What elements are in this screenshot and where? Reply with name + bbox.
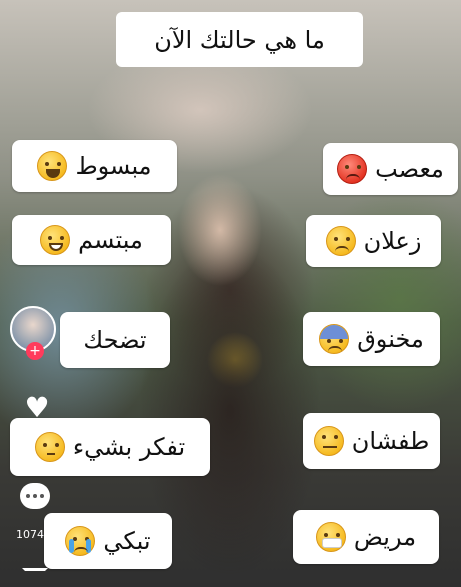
option-sick[interactable]: مريض	[293, 510, 439, 564]
comment-count: 1074	[16, 528, 44, 541]
option-smiling[interactable]: مبتسم	[12, 215, 171, 265]
option-label: طفشان	[351, 427, 430, 455]
angry-face-icon	[337, 154, 368, 184]
option-upset[interactable]: زعلان	[306, 215, 441, 267]
upset-face-icon	[325, 226, 356, 256]
laughing-face-icon	[37, 151, 68, 181]
crying-face-icon	[65, 526, 96, 556]
option-label: مبسوط	[75, 152, 152, 180]
option-label: تضحك	[83, 326, 147, 354]
heart-icon[interactable]: ♥	[22, 394, 52, 422]
option-label: مريض	[353, 523, 417, 551]
option-suffocated[interactable]: مخنوق	[303, 312, 440, 366]
comment-icon[interactable]	[20, 483, 50, 509]
option-label: تفكر بشيء	[72, 433, 186, 461]
option-label: معصب	[375, 155, 444, 183]
option-thinking[interactable]: تفكر بشيء	[10, 418, 210, 476]
option-happy[interactable]: مبسوط	[12, 140, 177, 192]
option-label: تبكي	[103, 527, 151, 555]
grinning-face-icon	[40, 225, 71, 255]
medical-mask-face-icon	[315, 522, 346, 552]
option-bored[interactable]: طفشان	[303, 413, 440, 469]
eye-roll-face-icon	[313, 426, 344, 456]
option-crying[interactable]: تبكي	[44, 513, 172, 569]
option-label: مبتسم	[78, 226, 143, 254]
option-label: مخنوق	[357, 325, 424, 353]
thinking-face-icon	[34, 432, 65, 462]
page-title: ما هي حالتك الآن	[116, 12, 363, 67]
follow-plus-icon[interactable]: +	[26, 342, 44, 360]
anxious-face-icon	[319, 324, 350, 354]
option-label: زعلان	[363, 227, 422, 255]
option-angry[interactable]: معصب	[323, 143, 458, 195]
share-icon[interactable]	[22, 568, 48, 582]
option-laughing[interactable]: تضحك	[60, 312, 170, 368]
